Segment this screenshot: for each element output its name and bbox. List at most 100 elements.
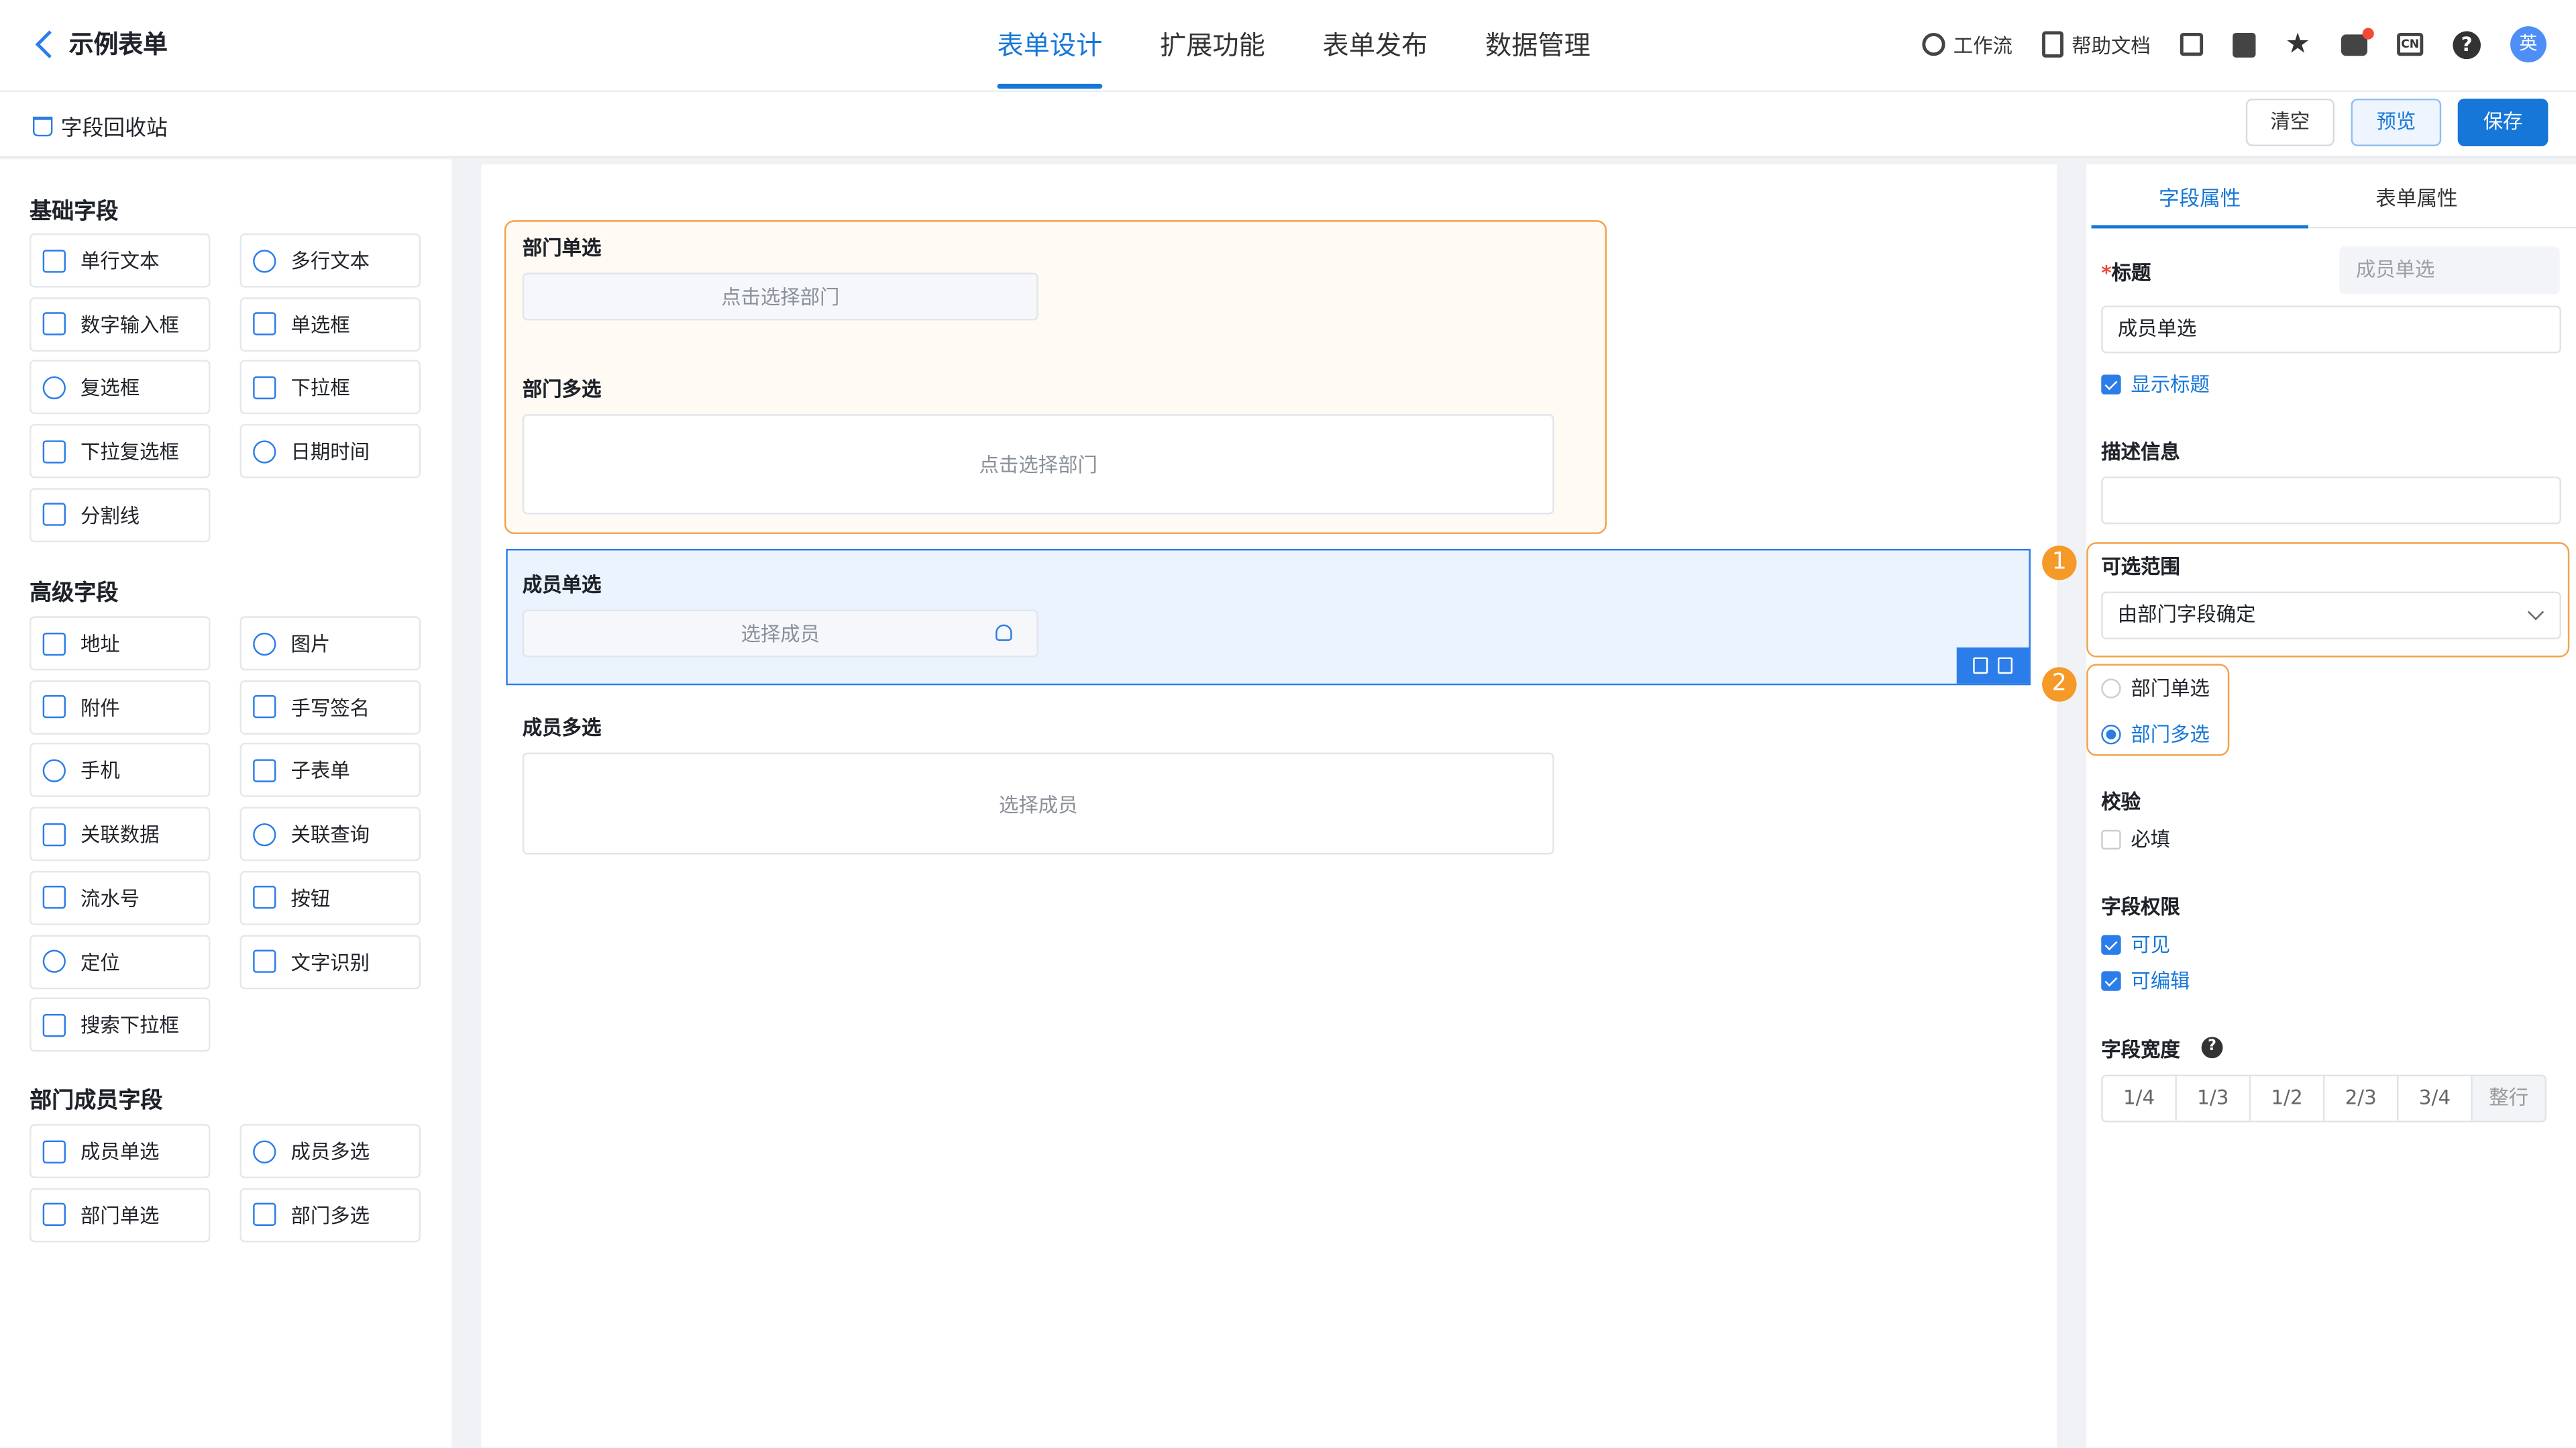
field-label: 关联查询: [290, 823, 370, 847]
workflow-button[interactable]: 工作流: [1922, 30, 2012, 58]
width-2-3[interactable]: 2/3: [2324, 1076, 2399, 1121]
field-basic-5[interactable]: 下拉框: [239, 360, 421, 415]
field-advanced-3[interactable]: 手写签名: [239, 680, 421, 734]
field-advanced-7[interactable]: 关联查询: [239, 807, 421, 862]
field-advanced-4[interactable]: 手机: [30, 743, 211, 798]
marker-1: 1: [2042, 546, 2077, 580]
field-advanced-5[interactable]: 子表单: [239, 743, 421, 798]
editable-checkbox[interactable]: 可编辑: [2101, 966, 2190, 994]
width-3-4[interactable]: 3/4: [2399, 1076, 2473, 1121]
range-label: 可选范围: [2101, 555, 2180, 579]
main-tabs: 表单设计 扩展功能 表单发布 数据管理: [997, 0, 1591, 92]
field-label: 复选框: [80, 376, 140, 401]
field-label: 分割线: [80, 504, 140, 527]
member-single-input[interactable]: 选择成员: [522, 609, 1038, 658]
field-basic-3[interactable]: 单选框: [239, 297, 421, 352]
person-icon: [996, 624, 1012, 641]
properties-tabs: 字段属性 表单属性: [2091, 168, 2576, 229]
field-label: 部门多选: [290, 1204, 370, 1227]
field-dept-0[interactable]: 成员单选: [30, 1124, 211, 1178]
delete-icon[interactable]: [1997, 657, 2013, 674]
dept-single-label: 部门单选: [522, 236, 602, 260]
field-advanced-0[interactable]: 地址: [30, 616, 211, 671]
tab-field-properties[interactable]: 字段属性: [2091, 168, 2308, 229]
field-label: 下拉复选框: [80, 440, 179, 464]
field-dept-1[interactable]: 成员多选: [239, 1124, 421, 1178]
width-1-4[interactable]: 1/4: [2103, 1076, 2177, 1121]
member-multi-input[interactable]: 选择成员: [522, 752, 1554, 855]
field-dept-3[interactable]: 部门多选: [239, 1187, 421, 1242]
field-icon: [42, 503, 66, 527]
chevron-down-icon: [2527, 604, 2544, 621]
field-basic-6[interactable]: 下拉复选框: [30, 424, 211, 478]
notification-dot: [2362, 27, 2374, 39]
help-icon[interactable]: ?: [2453, 30, 2481, 58]
back-button[interactable]: 示例表单: [33, 26, 168, 60]
show-title-checkbox[interactable]: 显示标题: [2101, 370, 2210, 398]
field-basic-7[interactable]: 日期时间: [239, 424, 421, 478]
message-icon[interactable]: [2341, 27, 2374, 56]
dept-multi-label: 部门多选: [522, 378, 602, 401]
basic-fields-title: 基础字段: [30, 199, 119, 225]
description-input[interactable]: [2101, 476, 2561, 525]
field-dept-2[interactable]: 部门单选: [30, 1187, 211, 1242]
tab-extensions[interactable]: 扩展功能: [1160, 0, 1265, 92]
field-advanced-2[interactable]: 附件: [30, 680, 211, 734]
field-label: 多行文本: [290, 250, 370, 273]
contacts-icon[interactable]: [2233, 32, 2256, 57]
field-icon: [42, 822, 66, 846]
dept-multi-input[interactable]: 点击选择部门: [522, 414, 1554, 515]
field-label: 单行文本: [80, 250, 160, 273]
tab-form-properties[interactable]: 表单属性: [2308, 168, 2525, 229]
width-full[interactable]: 整行: [2472, 1076, 2545, 1121]
description-label: 描述信息: [2101, 440, 2180, 464]
clear-button[interactable]: 清空: [2245, 98, 2335, 146]
width-1-2[interactable]: 1/2: [2251, 1076, 2325, 1121]
field-advanced-8[interactable]: 流水号: [30, 870, 211, 925]
layout-icon[interactable]: [2180, 32, 2204, 56]
field-basic-1[interactable]: 多行文本: [239, 233, 421, 288]
trash-icon: [32, 115, 53, 136]
field-label: 手机: [80, 760, 120, 783]
field-advanced-1[interactable]: 图片: [239, 616, 421, 671]
field-advanced-6[interactable]: 关联数据: [30, 807, 211, 862]
properties-panel: [2086, 164, 2576, 1448]
field-basic-0[interactable]: 单行文本: [30, 233, 211, 288]
field-icon: [253, 312, 276, 336]
field-basic-4[interactable]: 复选框: [30, 360, 211, 415]
width-1-3[interactable]: 1/3: [2177, 1076, 2251, 1121]
top-header: 示例表单 表单设计 扩展功能 表单发布 数据管理 工作流 帮助文档 ★ CN ?…: [0, 0, 2576, 93]
tab-form-publish[interactable]: 表单发布: [1323, 0, 1428, 92]
visible-checkbox[interactable]: 可见: [2101, 930, 2170, 958]
range-select[interactable]: 由部门字段确定: [2101, 591, 2561, 639]
field-basic-2[interactable]: 数字输入框: [30, 297, 211, 352]
avatar[interactable]: 英: [2510, 26, 2546, 63]
help-icon[interactable]: ?: [2201, 1037, 2223, 1059]
field-advanced-12[interactable]: 搜索下拉框: [30, 998, 211, 1052]
copy-icon[interactable]: [1973, 657, 1988, 674]
width-label: 字段宽度: [2101, 1038, 2180, 1062]
tab-form-design[interactable]: 表单设计: [997, 0, 1103, 92]
field-icon: [42, 631, 66, 655]
field-advanced-9[interactable]: 按钮: [239, 870, 421, 925]
field-advanced-11[interactable]: 文字识别: [239, 934, 421, 989]
field-label: 地址: [80, 632, 120, 656]
help-docs-button[interactable]: 帮助文档: [2042, 30, 2151, 58]
field-basic-8[interactable]: 分割线: [30, 487, 211, 542]
save-button[interactable]: 保存: [2457, 98, 2548, 146]
field-palette: [0, 159, 452, 1448]
radio-dept-multi[interactable]: 部门多选: [2101, 720, 2210, 748]
tab-data-management[interactable]: 数据管理: [1485, 0, 1591, 92]
required-checkbox[interactable]: 必填: [2101, 825, 2170, 853]
field-label: 图片: [290, 632, 331, 656]
field-recycle-bin[interactable]: 字段回收站: [32, 110, 168, 142]
field-advanced-10[interactable]: 定位: [30, 934, 211, 989]
language-icon[interactable]: CN: [2397, 32, 2424, 56]
marker-2: 2: [2042, 667, 2077, 702]
star-icon[interactable]: ★: [2286, 30, 2312, 58]
preview-button[interactable]: 预览: [2351, 98, 2442, 146]
toolbar: 字段回收站 清空 预览 保存: [0, 92, 2576, 158]
title-input[interactable]: 成员单选: [2101, 305, 2561, 354]
dept-single-input[interactable]: 点击选择部门: [522, 272, 1038, 321]
radio-dept-single[interactable]: 部门单选: [2101, 674, 2210, 702]
